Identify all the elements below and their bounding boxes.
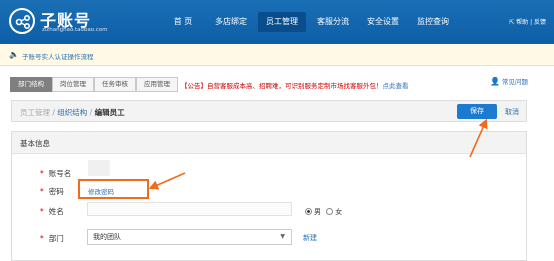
breadcrumb: 员工管理 / 组织结构 / 编辑员工 xyxy=(20,107,125,118)
nav-security[interactable]: 安全设置 xyxy=(359,12,407,32)
logo[interactable]: 子账号 zizhanghao.taobao.com xyxy=(9,8,169,38)
tab-task-review[interactable]: 任务审核 xyxy=(94,77,136,92)
faq-link[interactable]: 👤 常见问题 xyxy=(490,76,528,86)
announcement-text: 【公告】自营客服成本高、招聘难，可识别服务定制市场找客服外包！ xyxy=(181,82,383,90)
section-title: 基本信息 xyxy=(20,139,50,148)
breadcrumb-org[interactable]: 组织结构 xyxy=(57,108,87,117)
breadcrumb-current: 编辑员工 xyxy=(94,108,125,117)
top-links[interactable]: ⇱ 帮助 | 反馈 xyxy=(509,17,546,26)
tab-app-manage[interactable]: 应用管理 xyxy=(136,77,178,92)
top-header: 子账号 zizhanghao.taobao.com 首 页 多店绑定 员工管理 … xyxy=(0,0,554,44)
annotation-box xyxy=(78,179,149,199)
section-header: 基本信息 xyxy=(12,132,526,154)
cancel-link[interactable]: 取消 xyxy=(505,107,519,117)
logo-subtitle: zizhanghao.taobao.com xyxy=(42,27,108,33)
new-dept-link[interactable]: 新建 xyxy=(303,233,317,243)
name-label: * 姓名 xyxy=(40,207,64,216)
nav-home[interactable]: 首 页 xyxy=(163,12,203,32)
account-label: * 账号名 xyxy=(40,169,72,178)
breadcrumb-sep: / xyxy=(87,108,95,117)
save-button[interactable]: 保存 xyxy=(457,104,497,119)
announcement: 【公告】自营客服成本高、招聘难，可识别服务定制市场找客服外包！点此查看 xyxy=(181,80,409,90)
announcement-link[interactable]: 点此查看 xyxy=(383,82,409,90)
dept-select[interactable]: 我的团队 ▼ xyxy=(87,229,292,245)
nav-staff[interactable]: 员工管理 xyxy=(258,12,306,32)
faq-label[interactable]: 常见问题 xyxy=(502,78,528,86)
gender-group: 男 女 xyxy=(305,207,342,217)
gender-male-label: 男 xyxy=(314,208,321,216)
notice-bar: 🔈 子账号实人认证操作流程 xyxy=(0,44,554,66)
chevron-down-icon: ▼ xyxy=(280,233,285,240)
breadcrumb-bar: 员工管理 / 组织结构 / 编辑员工 xyxy=(11,100,527,122)
tab-dept-structure[interactable]: 部门结构 xyxy=(10,77,52,92)
user-help-icon: 👤 xyxy=(490,77,500,86)
password-label: * 密码 xyxy=(40,187,64,196)
logo-icon xyxy=(9,8,35,34)
nav-service-split[interactable]: 客服分流 xyxy=(309,12,357,32)
top-links-text[interactable]: 帮助 | 反馈 xyxy=(516,19,546,26)
gender-male-radio[interactable] xyxy=(305,208,312,215)
account-value-masked xyxy=(88,160,110,176)
dept-label: * 部门 xyxy=(40,234,64,243)
gender-female-radio[interactable] xyxy=(326,208,334,215)
tab-position[interactable]: 岗位管理 xyxy=(52,77,94,92)
notice-link[interactable]: 子账号实人认证操作流程 xyxy=(22,51,94,61)
nav-multi-store[interactable]: 多店绑定 xyxy=(207,12,255,32)
dept-selected-value: 我的团队 xyxy=(93,233,121,241)
nav-monitor[interactable]: 监控查询 xyxy=(409,12,457,32)
gender-female-label: 女 xyxy=(335,208,343,216)
speaker-icon: 🔈 xyxy=(9,50,19,59)
help-icon: ⇱ xyxy=(509,19,515,26)
name-input[interactable] xyxy=(87,202,292,216)
breadcrumb-staff[interactable]: 员工管理 xyxy=(20,108,50,117)
